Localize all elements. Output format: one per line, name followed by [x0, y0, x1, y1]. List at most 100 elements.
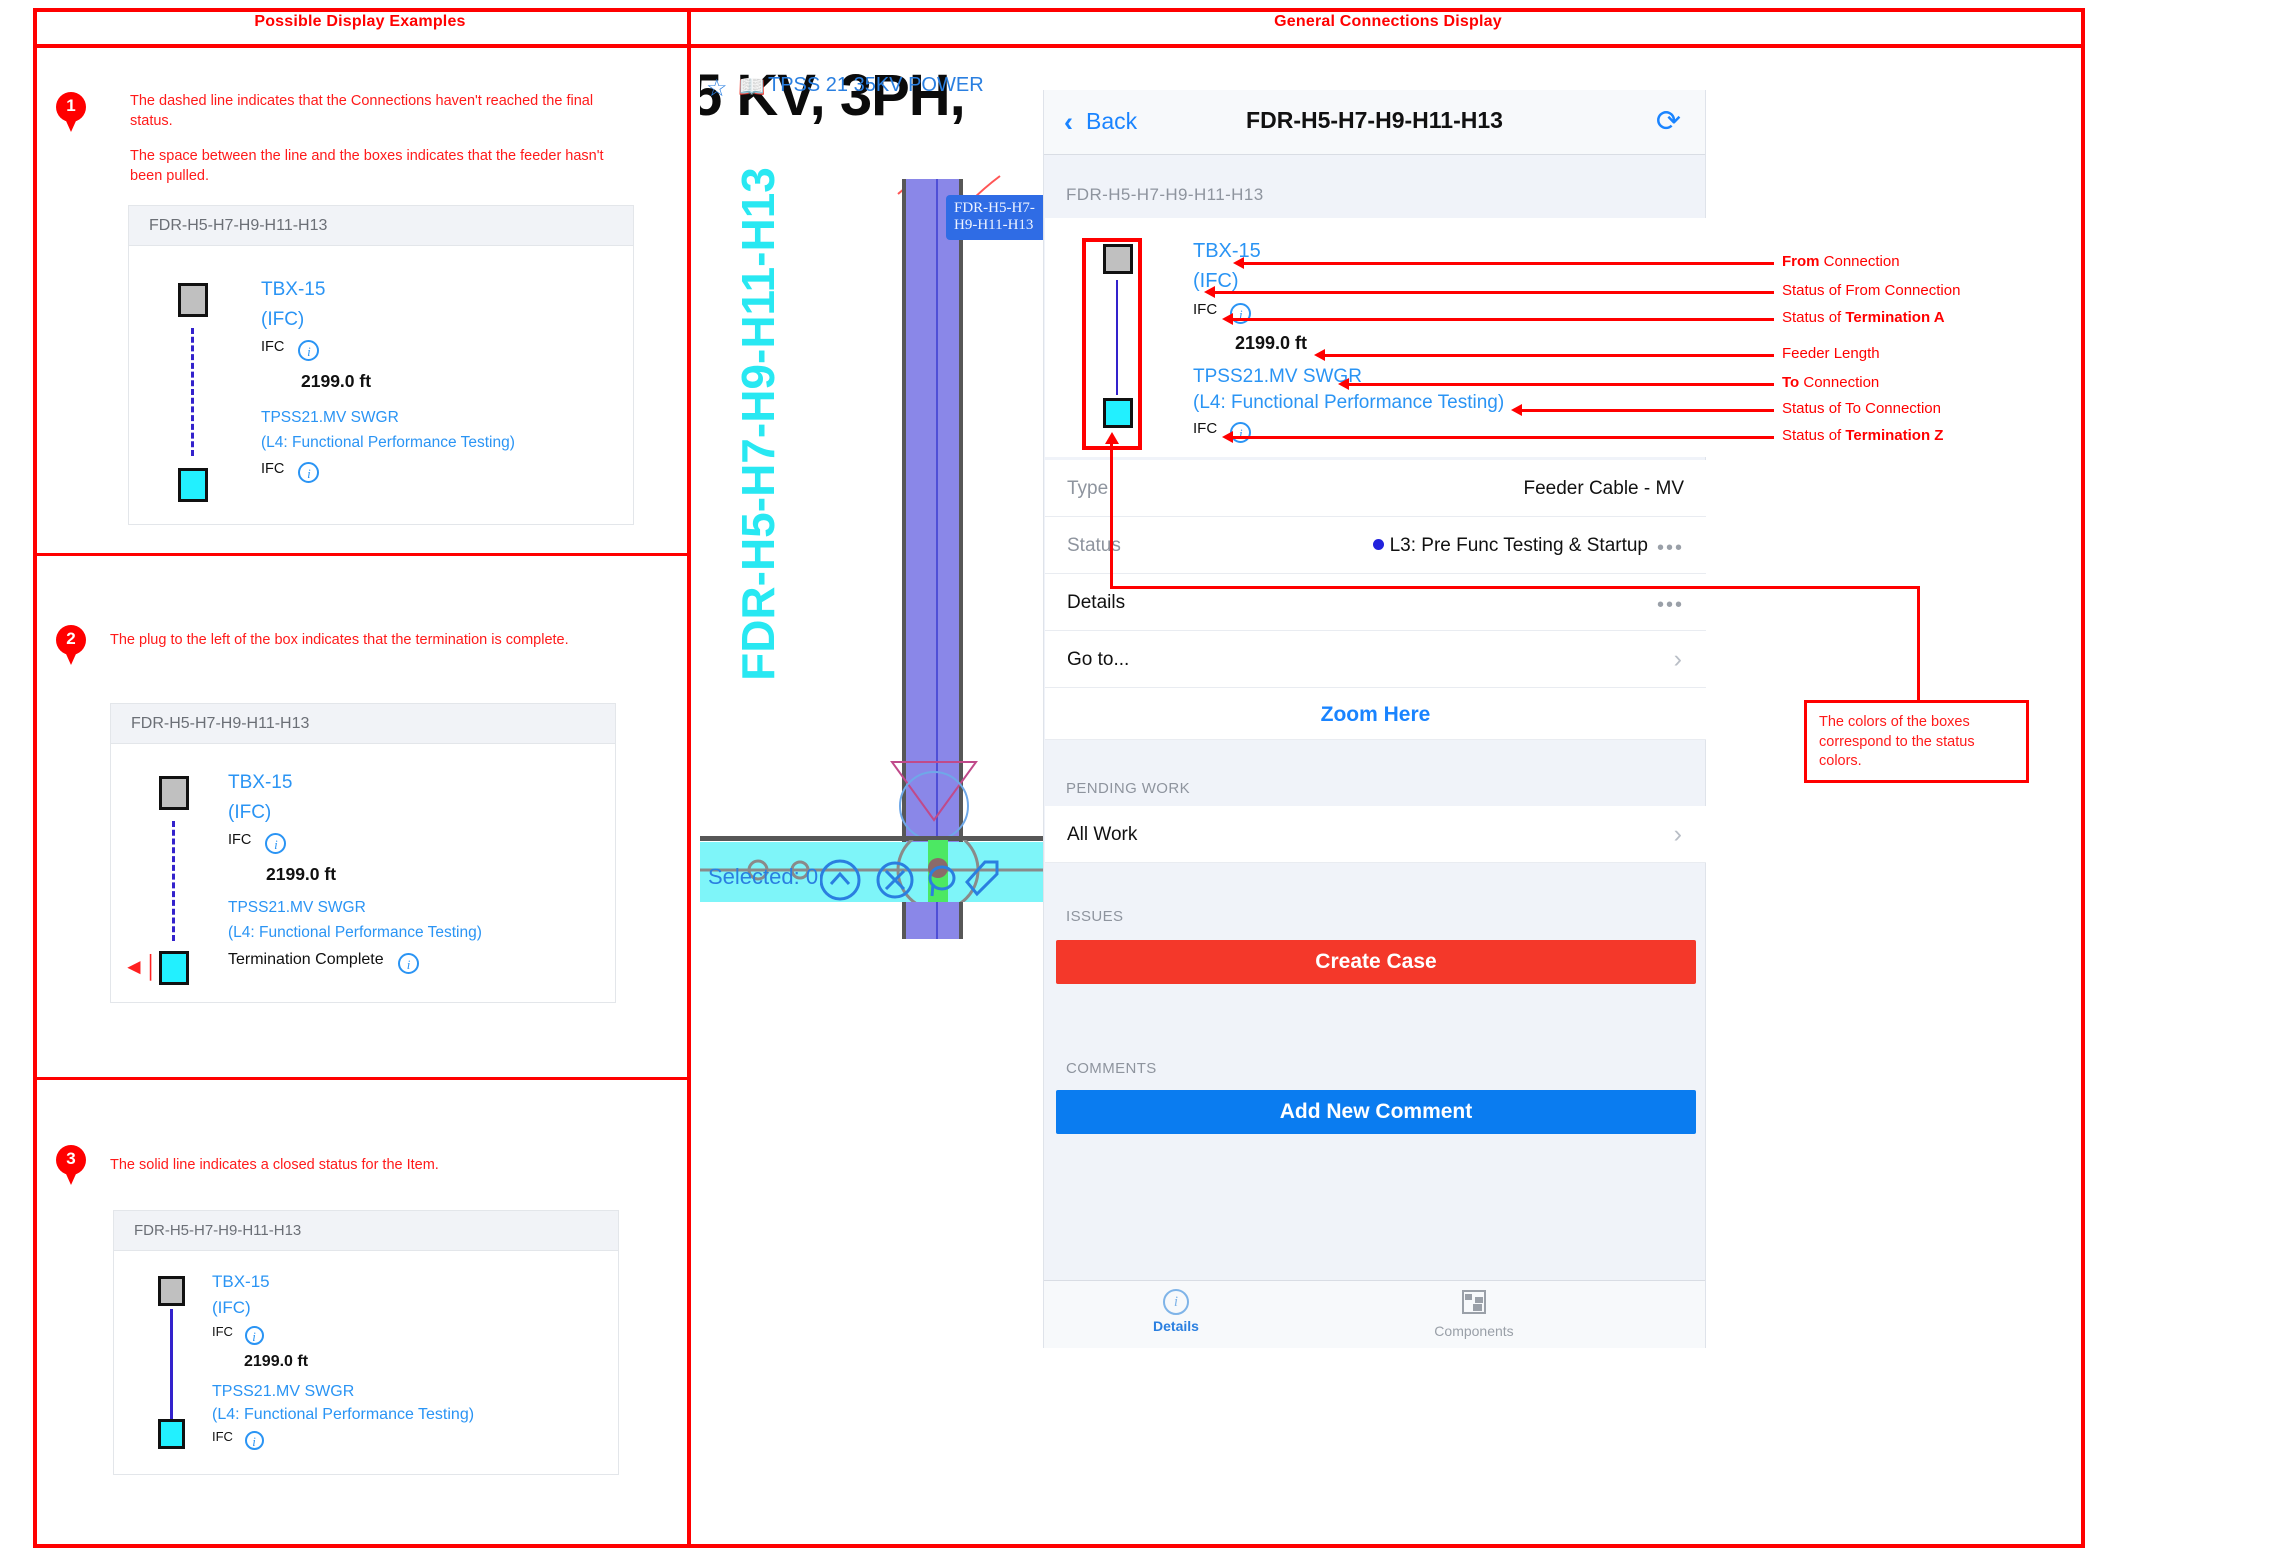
feeder-length-1: 2199.0 ft	[301, 371, 372, 391]
refresh-icon[interactable]: ⟳	[1656, 104, 1681, 139]
from-termination-1: IFC i	[261, 339, 320, 361]
annotation-label-termination-z: Status of Termination Z	[1782, 427, 1944, 444]
annotation-line-6	[1522, 409, 1774, 412]
info-icon[interactable]: i	[265, 833, 287, 854]
termination-a-box-2	[159, 776, 189, 810]
to-termination-label-1: IFC	[261, 461, 285, 477]
connection-graphic-panel: TBX-15 (IFC) IFC i 2199.0 ft TPSS21.MV S…	[1045, 218, 1706, 457]
example-1-note-2: The space between the line and the boxes…	[130, 148, 604, 184]
feeder-length: 2199.0 ft	[1235, 333, 1308, 353]
status-dot-icon	[1372, 539, 1384, 550]
tab-bar: i Details Components	[1044, 1280, 1705, 1348]
to-termination-label-3: IFC	[212, 1429, 233, 1444]
annotation-line-3	[1233, 318, 1774, 321]
to-name-2[interactable]: TPSS21.MV SWGR	[228, 899, 366, 917]
annotation-arrow-5	[1338, 378, 1349, 390]
termination-a-box-1	[178, 283, 208, 317]
to-termination-1: IFC i	[261, 461, 320, 483]
add-new-comment-button[interactable]: Add New Comment	[1056, 1090, 1696, 1134]
info-icon[interactable]: i	[244, 1326, 264, 1345]
annotation-arrow-6	[1511, 404, 1522, 416]
example-2-note-1: The plug to the left of the box indicate…	[110, 632, 569, 648]
details-row-label: Details	[1067, 592, 1126, 613]
header-rule	[33, 44, 2085, 48]
from-name-1[interactable]: TBX-15	[261, 279, 325, 301]
cad-blue-text: TPSS 21 35KV POWER	[768, 74, 984, 96]
from-name-3[interactable]: TBX-15	[212, 1272, 270, 1292]
zoom-here-button[interactable]: Zoom Here	[1045, 703, 1706, 727]
callout-pin-3: 3	[56, 1145, 86, 1187]
cad-toolbar-icons[interactable]	[820, 858, 1040, 904]
from-name-2[interactable]: TBX-15	[228, 772, 292, 794]
tab-details[interactable]: i Details	[1076, 1289, 1276, 1334]
card-title-1: FDR-H5-H7-H9-H11-H13	[129, 206, 633, 246]
highlight-leader-horizontal	[1110, 586, 1920, 589]
from-name[interactable]: TBX-15	[1193, 240, 1261, 263]
from-termination-label-1: IFC	[261, 339, 285, 355]
chevron-right-icon: ›	[1673, 820, 1682, 848]
annotation-line-7	[1233, 436, 1774, 439]
navigation-bar: ‹ Back FDR-H5-H7-H9-H11-H13 ⟳	[1044, 90, 1705, 155]
to-status-1: (L4: Functional Performance Testing)	[261, 434, 515, 451]
example-3-note-1: The solid line indicates a closed status…	[110, 1157, 439, 1173]
page-title: FDR-H5-H7-H9-H11-H13	[1246, 107, 1503, 133]
tab-components[interactable]: Components	[1374, 1289, 1574, 1339]
cad-duct-tag[interactable]: FDR-H5-H7-H9-H11-H13	[946, 195, 1043, 240]
to-name-1[interactable]: TPSS21.MV SWGR	[261, 409, 399, 427]
info-icon[interactable]: i	[244, 1431, 264, 1450]
card-title-3: FDR-H5-H7-H9-H11-H13	[114, 1211, 618, 1251]
callout-leader-vertical	[1917, 586, 1920, 701]
annotation-label-termination-a: Status of Termination A	[1782, 309, 1945, 326]
connection-line-1	[191, 328, 194, 456]
annotation-arrow-4	[1314, 349, 1325, 361]
from-termination-2: IFC i	[228, 832, 287, 854]
create-case-button[interactable]: Create Case	[1056, 940, 1696, 984]
book-icon: 📖	[738, 74, 766, 99]
details-row[interactable]: Details •••	[1045, 574, 1706, 631]
zoom-here-row[interactable]: Zoom Here	[1045, 688, 1706, 740]
detail-row-type-label: Type	[1067, 478, 1109, 499]
annotation-arrow-7	[1222, 431, 1233, 443]
all-work-row[interactable]: All Work ›	[1045, 806, 1706, 863]
left-column-header: Possible Display Examples	[254, 13, 466, 30]
annotation-label-to-connection: To Connection	[1782, 374, 1880, 391]
status-more-icon[interactable]: •••	[1657, 537, 1684, 560]
from-termination-label-3: IFC	[212, 1324, 233, 1339]
details-more-icon[interactable]: •••	[1657, 594, 1684, 617]
to-name-3[interactable]: TPSS21.MV SWGR	[212, 1383, 354, 1401]
termination-z-box-3	[158, 1419, 185, 1449]
detail-row-status[interactable]: Status L3: Pre Func Testing & Startup ••…	[1045, 517, 1706, 574]
annotation-line-1	[1244, 262, 1774, 265]
info-icon[interactable]: i	[398, 953, 420, 974]
to-status: (L4: Functional Performance Testing)	[1193, 392, 1505, 413]
callout-pin-2: 2	[56, 625, 86, 667]
to-name[interactable]: TPSS21.MV SWGR	[1193, 366, 1362, 388]
annotation-line-2	[1215, 291, 1774, 294]
detail-row-type-value: Feeder Cable - MV	[1523, 478, 1684, 499]
comments-header: COMMENTS	[1066, 1060, 1157, 1077]
status-colors-callout: The colors of the boxes correspond to th…	[1804, 700, 2029, 783]
cad-vertical-label: FDR-H5-H7-H9-H11-H13	[732, 167, 784, 681]
annotation-line-4	[1325, 354, 1774, 357]
termination-z-box-2	[159, 951, 189, 985]
left-section-divider-1	[33, 553, 687, 556]
left-section-divider-2	[33, 1077, 687, 1080]
goto-row[interactable]: Go to... ›	[1045, 631, 1706, 688]
detail-row-type[interactable]: Type Feeder Cable - MV	[1045, 460, 1706, 517]
info-icon[interactable]: i	[298, 340, 320, 361]
annotation-arrow-1	[1233, 257, 1244, 269]
right-column-header: General Connections Display	[1274, 13, 1502, 30]
annotation-arrow-2	[1204, 286, 1215, 298]
cad-drawing-background[interactable]: 5 KV, 3PH, ☆ 📖 TPSS 21 35KV POWER FDR-H5…	[700, 52, 1043, 1348]
info-icon[interactable]: i	[298, 462, 320, 483]
pending-work-header: PENDING WORK	[1066, 780, 1190, 797]
column-divider	[687, 8, 691, 1548]
termination-a-box-3	[158, 1276, 185, 1306]
to-termination-3: IFC i	[212, 1429, 264, 1450]
info-icon[interactable]: i	[1230, 422, 1252, 443]
star-icon: ☆	[706, 75, 728, 102]
info-icon: i	[1163, 1289, 1189, 1315]
connection-graphic-highlight	[1082, 238, 1142, 450]
to-status-2: (L4: Functional Performance Testing)	[228, 924, 482, 941]
cad-selected-count: Selected: 0	[708, 864, 819, 889]
